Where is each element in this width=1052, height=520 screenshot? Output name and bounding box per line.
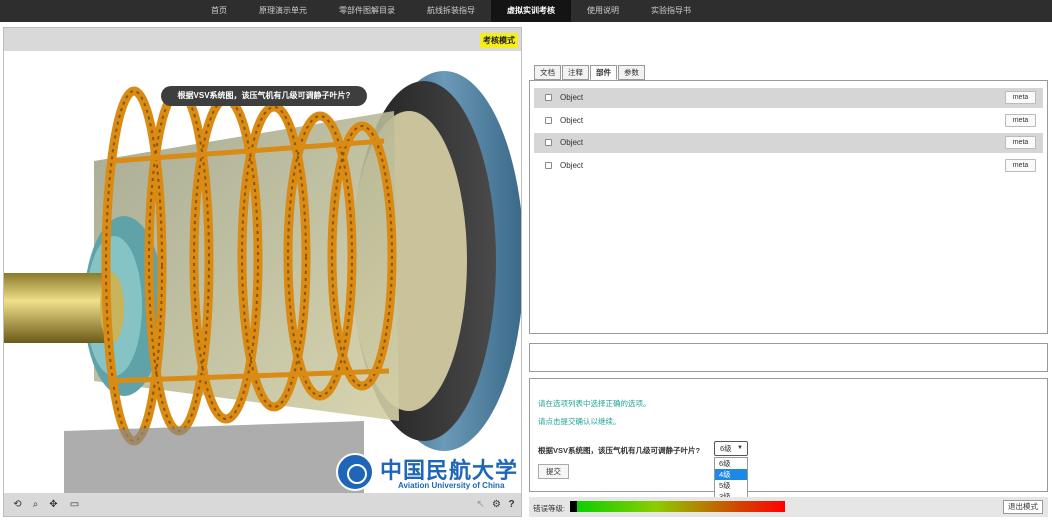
list-item: Object meta xyxy=(534,133,1043,153)
nav-home[interactable]: 首页 xyxy=(195,0,243,22)
model-viewer: 考核模式 根据VSV系统图，该压气机有几级可调静子叶片? 中国民航大学 Avia… xyxy=(3,27,522,517)
list-item: Object meta xyxy=(534,111,1043,131)
quiz-hint-submit: 请点击提交确认以继续。 xyxy=(538,417,621,426)
meta-button[interactable]: meta xyxy=(1005,136,1036,149)
university-seal-icon xyxy=(336,453,374,491)
select-cursor-icon[interactable]: ↖ xyxy=(474,498,487,511)
error-level-marker xyxy=(570,501,577,512)
parts-list: Object meta Object meta Object meta Obje… xyxy=(529,80,1048,334)
part-name: Object xyxy=(560,93,584,102)
nav-lab-guide[interactable]: 实验指导书 xyxy=(635,0,707,22)
panel-tabs: 文档 注释 部件 参数 xyxy=(534,65,646,80)
part-checkbox[interactable] xyxy=(545,162,552,169)
viewer-header: 考核模式 xyxy=(4,28,521,51)
status-bar: 错误等级: 退出模式 xyxy=(529,497,1048,517)
nav-principle-demo[interactable]: 原理演示单元 xyxy=(243,0,323,22)
answer-select[interactable]: 6级 ▼ xyxy=(714,441,748,456)
rotate-icon[interactable]: ⟲ xyxy=(11,498,24,511)
exit-mode-button[interactable]: 退出模式 xyxy=(1003,500,1043,514)
viewer-toolbar: ⟲ ⌕ ✥ ▭ ↖ ⚙ ? xyxy=(4,493,521,516)
part-checkbox[interactable] xyxy=(545,139,552,146)
settings-icon[interactable]: ⚙ xyxy=(490,498,503,511)
list-item: Object meta xyxy=(534,156,1043,176)
answer-option[interactable]: 4级 xyxy=(715,469,747,480)
quiz-panel: 请在选项列表中选择正确的选项。 请点击提交确认以继续。 根据VSV系统图，该压气… xyxy=(529,378,1048,503)
part-checkbox[interactable] xyxy=(545,94,552,101)
error-level-meter xyxy=(570,501,785,512)
answer-option[interactable]: 6级 xyxy=(715,458,747,469)
error-level-label: 错误等级: xyxy=(533,504,566,513)
quiz-question: 根据VSV系统图，该压气机有几级可调静子叶片? xyxy=(538,446,701,455)
engine-3d-model[interactable] xyxy=(4,51,522,495)
assessment-mode-badge: 考核模式 xyxy=(480,33,518,48)
answer-option[interactable]: 5级 xyxy=(715,480,747,491)
top-nav: 首页 原理演示单元 零部件图解目录 航线拆装指导 虚拟实训考核 使用说明 实验指… xyxy=(0,0,1052,22)
meta-button[interactable]: meta xyxy=(1005,159,1036,172)
help-icon[interactable]: ? xyxy=(505,498,518,511)
logo-en-text: Aviation University of China xyxy=(398,481,505,490)
zoom-icon[interactable]: ⌕ xyxy=(29,498,42,511)
answer-select-value: 6级 xyxy=(720,444,732,453)
submit-button[interactable]: 提交 xyxy=(538,464,569,479)
chevron-down-icon: ▼ xyxy=(737,445,743,451)
part-checkbox[interactable] xyxy=(545,117,552,124)
part-name: Object xyxy=(560,116,584,125)
fit-view-icon[interactable]: ▭ xyxy=(68,498,81,511)
nav-virtual-assessment[interactable]: 虚拟实训考核 xyxy=(491,0,571,22)
quiz-hint-select: 请在选项列表中选择正确的选项。 xyxy=(538,399,651,408)
university-logo: 中国民航大学 Aviation University of China xyxy=(336,453,517,497)
nav-parts-catalog[interactable]: 零部件图解目录 xyxy=(323,0,411,22)
tab-annotation[interactable]: 注释 xyxy=(562,65,589,80)
nav-line-maintenance[interactable]: 航线拆装指导 xyxy=(411,0,491,22)
pan-icon[interactable]: ✥ xyxy=(47,498,60,511)
meta-button[interactable]: meta xyxy=(1005,114,1036,127)
list-item: Object meta xyxy=(534,88,1043,108)
meta-button[interactable]: meta xyxy=(1005,91,1036,104)
nav-instructions[interactable]: 使用说明 xyxy=(571,0,635,22)
part-name: Object xyxy=(560,161,584,170)
question-bubble: 根据VSV系统图，该压气机有几级可调静子叶片? xyxy=(161,86,367,106)
tab-parts[interactable]: 部件 xyxy=(590,65,617,80)
tab-parameters[interactable]: 参数 xyxy=(618,65,645,80)
part-name: Object xyxy=(560,138,584,147)
message-box xyxy=(529,343,1048,372)
tab-document[interactable]: 文档 xyxy=(534,65,561,80)
